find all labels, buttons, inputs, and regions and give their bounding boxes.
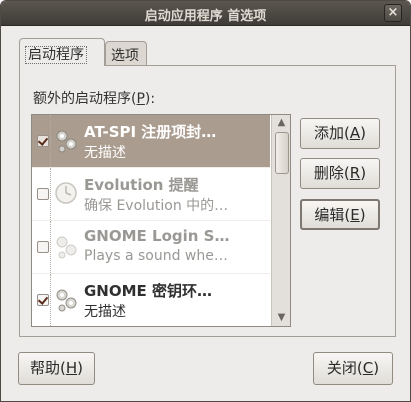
scroll-up-icon[interactable]: ▲ bbox=[272, 115, 290, 131]
item-description: 无描述 bbox=[84, 304, 126, 320]
gears-icon bbox=[52, 231, 80, 261]
remove-button-label: 删除( bbox=[313, 164, 350, 182]
enable-checkbox[interactable] bbox=[37, 135, 49, 147]
list-item[interactable]: GNOME 密钥环… 无描述 bbox=[32, 274, 270, 326]
enable-checkbox[interactable] bbox=[37, 294, 49, 306]
startup-list-label-mnemonic: P bbox=[136, 91, 145, 107]
window-close-icon[interactable]: × bbox=[384, 4, 402, 22]
list-item[interactable]: AT-SPI 注册项封… 无描述 bbox=[32, 115, 270, 168]
list-scrollbar[interactable]: ▲ ▼ bbox=[271, 115, 290, 326]
scroll-thumb[interactable] bbox=[275, 132, 289, 174]
startup-preferences-window: 启动应用程序 首选项 × 启动程序 选项 额外的启动程序(P): AT-SPI … bbox=[0, 0, 411, 402]
help-button-mnemonic: H bbox=[65, 359, 78, 377]
close-button-label: 关闭( bbox=[326, 359, 363, 377]
item-name: Evolution 提醒 bbox=[84, 176, 199, 194]
close-button[interactable]: 关闭(C) bbox=[313, 352, 393, 385]
edit-button-suffix: ) bbox=[359, 206, 366, 224]
item-description: 确保 Evolution 中的… bbox=[84, 198, 229, 214]
startup-list-label-suffix: ): bbox=[144, 91, 156, 107]
help-button-label: 帮助( bbox=[30, 359, 66, 377]
help-button-suffix: ) bbox=[77, 359, 83, 377]
enable-checkbox[interactable] bbox=[37, 188, 49, 200]
gears-icon bbox=[52, 125, 80, 155]
clock-icon bbox=[52, 178, 80, 208]
add-button-suffix: ) bbox=[360, 124, 366, 142]
startup-programs-panel: 额外的启动程序(P): AT-SPI 注册项封… 无描述 Evolution 提… bbox=[19, 65, 396, 337]
add-button[interactable]: 添加(A) bbox=[300, 118, 380, 149]
add-button-mnemonic: A bbox=[349, 124, 361, 142]
list-item[interactable]: GNOME Login S… Plays a sound whe… bbox=[32, 221, 270, 274]
tab-options[interactable]: 选项 bbox=[105, 41, 147, 66]
edit-button[interactable]: 编辑(E) bbox=[300, 199, 380, 230]
remove-button[interactable]: 删除(R) bbox=[300, 158, 380, 189]
scroll-down-icon[interactable]: ▼ bbox=[272, 310, 290, 326]
remove-button-mnemonic: R bbox=[349, 164, 361, 182]
add-button-label: 添加( bbox=[314, 124, 350, 142]
gears-icon bbox=[52, 284, 80, 314]
titlebar[interactable]: 启动应用程序 首选项 × bbox=[1, 1, 410, 26]
close-button-suffix: ) bbox=[373, 359, 380, 377]
list-item[interactable]: Evolution 提醒 确保 Evolution 中的… bbox=[32, 168, 270, 221]
enable-checkbox[interactable] bbox=[37, 241, 49, 253]
item-name: GNOME Login S… bbox=[84, 227, 230, 245]
edit-button-mnemonic: E bbox=[350, 206, 360, 224]
startup-list-label: 额外的启动程序(P): bbox=[33, 88, 155, 108]
startup-programs-list[interactable]: AT-SPI 注册项封… 无描述 Evolution 提醒 确保 Evoluti… bbox=[31, 114, 291, 327]
item-description: 无描述 bbox=[84, 145, 126, 161]
edit-button-label: 编辑( bbox=[314, 206, 351, 224]
remove-button-suffix: ) bbox=[360, 164, 367, 182]
close-button-mnemonic: C bbox=[362, 359, 374, 377]
help-button[interactable]: 帮助(H) bbox=[18, 352, 95, 385]
item-name: GNOME 密钥环… bbox=[84, 282, 213, 300]
item-name: AT-SPI 注册项封… bbox=[84, 123, 217, 141]
tab-options-label: 选项 bbox=[111, 48, 139, 64]
window-title: 启动应用程序 首选项 bbox=[144, 9, 267, 24]
item-description: Plays a sound whe… bbox=[84, 248, 228, 264]
tab-startup-programs[interactable]: 启动程序 bbox=[19, 38, 105, 66]
startup-list-label-prefix: 额外的启动程序( bbox=[33, 91, 137, 107]
tab-startup-programs-label: 启动程序 bbox=[25, 46, 87, 64]
